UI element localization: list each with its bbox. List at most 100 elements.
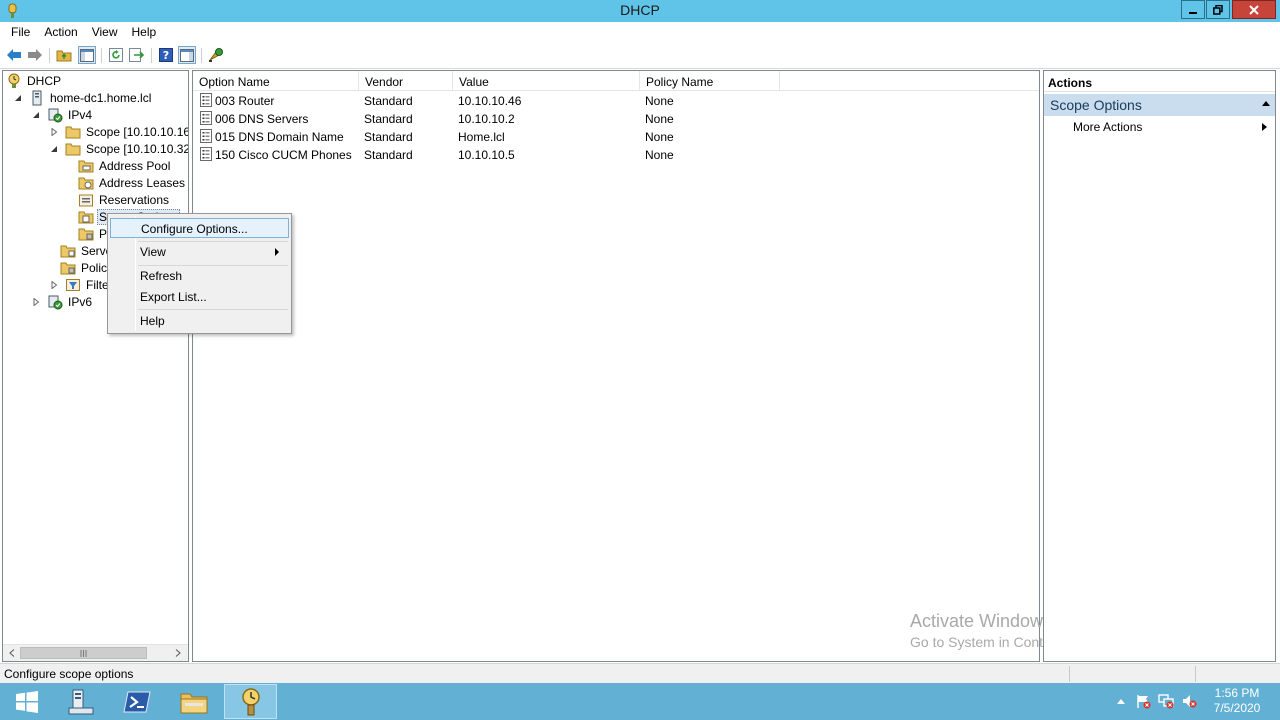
tree-item-label: Scope [10.10.10.16] VL [86, 124, 189, 139]
context-help[interactable]: Help [110, 311, 289, 331]
table-row[interactable]: 006 DNS Servers Standard 10.10.10.2 None [193, 110, 1039, 128]
collapse-caret-icon[interactable] [1262, 101, 1270, 106]
column-vendor[interactable]: Vendor [359, 71, 453, 91]
clock-time: 1:56 PM [1214, 686, 1260, 700]
table-row[interactable]: 150 Cisco CUCM Phones Standard 10.10.10.5 N… [193, 146, 1039, 164]
menu-file[interactable]: File [4, 22, 37, 42]
actions-section-label: Scope Options [1050, 97, 1142, 113]
table-row[interactable]: 003 Router Standard 10.10.10.46 None [193, 92, 1039, 110]
collapsed-caret-icon[interactable] [31, 297, 41, 307]
scroll-left-icon[interactable] [5, 647, 19, 659]
column-value[interactable]: Value [453, 71, 640, 91]
scope-options-icon [78, 209, 94, 225]
cell-vendor: Standard [364, 112, 413, 126]
file-explorer-icon [180, 693, 207, 713]
cell-option-name: 015 DNS Domain Name [215, 130, 344, 144]
ipv6-icon [47, 294, 63, 310]
option-document-icon [200, 147, 214, 162]
restore-button[interactable] [1206, 0, 1230, 19]
toolbar: ? [0, 42, 1280, 69]
menu-help[interactable]: Help [125, 22, 164, 42]
authorize-server-icon[interactable] [207, 46, 225, 64]
taskbar-dhcp[interactable] [224, 684, 277, 719]
tree-item[interactable]: Address Pool [78, 157, 172, 174]
tree-item-label: Reservations [99, 192, 170, 207]
close-icon [1249, 4, 1259, 15]
tree-item-label: Address Leases [99, 175, 186, 190]
action-center-flag-icon[interactable] [1134, 693, 1152, 709]
window-title: DHCP [620, 2, 660, 18]
expanded-caret-icon[interactable] [13, 93, 23, 103]
tree-item-label: IPv4 [68, 107, 93, 122]
volume-muted-icon[interactable] [1180, 693, 1198, 709]
refresh-icon[interactable] [107, 46, 125, 64]
tree-item[interactable]: IPv6 [31, 293, 94, 310]
cell-value: 10.10.10.5 [458, 148, 515, 162]
expanded-caret-icon[interactable] [31, 110, 41, 120]
taskbar-powershell[interactable] [110, 684, 163, 719]
taskbar-file-explorer[interactable] [167, 684, 220, 719]
start-button[interactable] [0, 684, 53, 719]
tree-item[interactable]: Polici [60, 259, 112, 276]
tree-item[interactable]: Scope [10.10.10.32] Vl [49, 140, 189, 157]
help-icon[interactable]: ? [157, 46, 175, 64]
cell-value: 10.10.10.46 [458, 94, 522, 108]
context-menu: Configure Options... View Refresh Export… [107, 213, 292, 334]
menu-view[interactable]: View [85, 22, 125, 42]
folder-icon [65, 141, 81, 157]
close-button[interactable] [1232, 0, 1276, 19]
cell-policy-name: None [645, 148, 674, 162]
context-refresh[interactable]: Refresh [110, 266, 289, 286]
tree-item[interactable]: Address Leases [78, 174, 187, 191]
tree-item-label: DHCP [27, 73, 62, 88]
forward-icon[interactable] [26, 46, 44, 64]
context-configure-options[interactable]: Configure Options... [110, 218, 289, 238]
export-list-icon[interactable] [128, 46, 146, 64]
dhcp-root-icon [6, 73, 22, 89]
restore-icon [1213, 4, 1223, 15]
show-hide-console-tree-icon[interactable] [78, 46, 96, 64]
action-more-actions[interactable]: More Actions [1044, 116, 1275, 137]
scroll-right-icon[interactable] [171, 647, 185, 659]
actions-section-scope-options[interactable]: Scope Options [1044, 94, 1275, 116]
folder-icon [65, 124, 81, 140]
tree-item-label: Address Pool [99, 158, 171, 173]
server-icon [29, 90, 45, 106]
cell-option-name: 003 Router [215, 94, 275, 108]
tree-item[interactable]: Scope [10.10.10.16] VL [49, 123, 189, 140]
tree-item[interactable]: home-dc1.home.lcl [13, 89, 153, 106]
table-row[interactable]: 015 DNS Domain Name Standard Home.lcl None [193, 128, 1039, 146]
show-hidden-icons-icon[interactable] [1116, 693, 1126, 709]
collapsed-caret-icon[interactable] [49, 127, 59, 137]
context-export-list[interactable]: Export List... [110, 287, 289, 307]
cell-value: 10.10.10.2 [458, 112, 515, 126]
tree-item[interactable]: IPv4 [31, 106, 94, 123]
back-icon[interactable] [5, 46, 23, 64]
collapsed-caret-icon[interactable] [49, 280, 59, 290]
cell-policy-name: None [645, 130, 674, 144]
up-folder-icon[interactable] [55, 46, 73, 64]
taskbar-server-manager[interactable] [53, 684, 106, 719]
submenu-arrow-icon [275, 248, 279, 256]
minimize-button[interactable] [1181, 0, 1205, 19]
cell-vendor: Standard [364, 94, 413, 108]
tree-item-label: home-dc1.home.lcl [50, 90, 152, 105]
network-icon[interactable] [1157, 693, 1175, 709]
column-option-name[interactable]: Option Name [193, 71, 359, 91]
title-bar: DHCP [0, 0, 1280, 22]
scrollbar-thumb[interactable] [20, 647, 147, 659]
column-policy-name[interactable]: Policy Name [640, 71, 780, 91]
server-options-icon [60, 243, 76, 259]
ipv4-icon [47, 107, 63, 123]
show-hide-action-pane-icon[interactable] [178, 46, 196, 64]
tree-horizontal-scrollbar[interactable] [3, 644, 188, 661]
tree-item[interactable]: DHCP [6, 72, 63, 89]
tree-item[interactable]: Reservations [78, 191, 171, 208]
filters-icon [65, 277, 81, 293]
tree-item-label: Scope [10.10.10.32] Vl [86, 141, 189, 156]
context-view[interactable]: View [110, 242, 289, 262]
cell-value: Home.lcl [458, 130, 505, 144]
menu-action[interactable]: Action [37, 22, 84, 42]
taskbar-clock[interactable]: 1:56 PM 7/5/2020 [1205, 686, 1269, 716]
expanded-caret-icon[interactable] [49, 144, 59, 154]
